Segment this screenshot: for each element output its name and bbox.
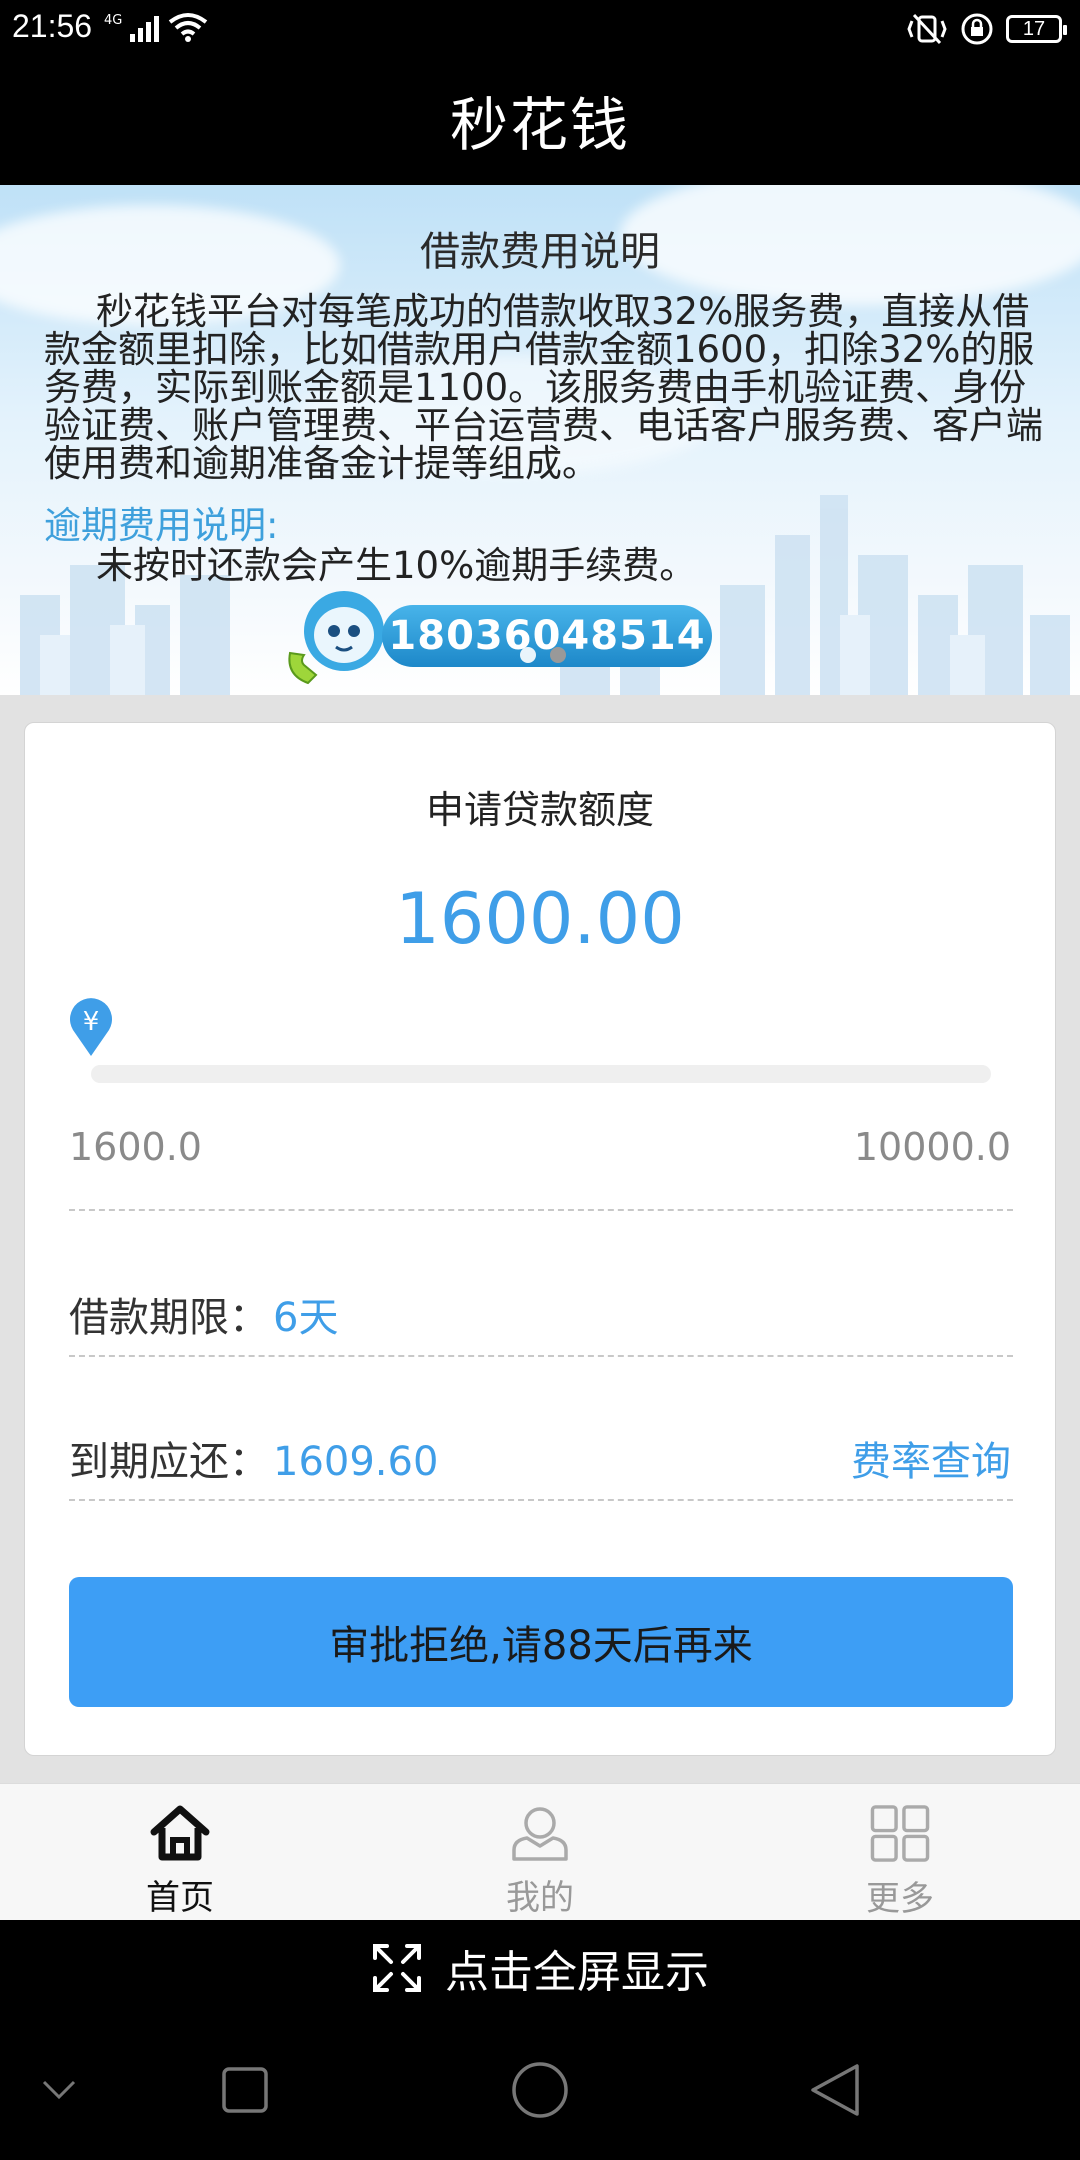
divider [69, 1499, 1013, 1501]
divider [69, 1355, 1013, 1357]
apply-status-button[interactable]: 审批拒绝,请88天后再来 [69, 1577, 1013, 1707]
amount-slider-track[interactable] [91, 1065, 991, 1083]
banner-title: 借款费用说明 [420, 229, 660, 275]
page-title: 秒花钱 [449, 91, 630, 159]
tab-home-label: 首页 [146, 1878, 214, 1918]
carousel-dot[interactable] [520, 647, 536, 663]
tab-more-label: 更多 [866, 1879, 934, 1919]
tab-mine-label: 我的 [506, 1878, 574, 1918]
slider-thumb-symbol: ¥ [83, 1007, 100, 1037]
tab-home[interactable]: 首页 [0, 1784, 360, 1920]
grid-icon [870, 1805, 930, 1862]
fee-banner[interactable]: 借款费用说明 秒花钱平台对每笔成功的借款收取32%服务费，直接从借款金额里扣除，… [0, 185, 1080, 695]
status-bar: 21:56 4G 17 [0, 0, 1080, 55]
due-amount-value: 1609.60 [273, 1439, 439, 1485]
status-right-icons: 17 [906, 12, 1067, 46]
nav-recents-button[interactable] [210, 2055, 280, 2125]
bottom-tab-bar: 首页 我的 更多 [0, 1783, 1080, 1920]
nav-back-button[interactable] [800, 2055, 870, 2125]
chevron-down-icon [42, 2080, 76, 2100]
loan-term-label: 借款期限： [69, 1295, 269, 1341]
banner-overdue-description: 未按时还款会产生10%逾期手续费。 [96, 544, 697, 587]
tab-mine[interactable]: 我的 [360, 1784, 720, 1920]
tab-more[interactable]: 更多 [720, 1784, 1080, 1920]
loan-amount: 1600.00 [395, 878, 685, 960]
slider-min-label: 1600.0 [69, 1125, 202, 1169]
carousel-dots [520, 647, 566, 663]
fullscreen-prompt[interactable]: 点击全屏显示 [0, 1920, 1080, 2015]
mascot-phone-icon [288, 591, 384, 685]
carousel-dot-active[interactable] [550, 647, 566, 663]
back-triangle-icon [811, 2064, 859, 2116]
banner-fee-description: 秒花钱平台对每笔成功的借款收取32%服务费，直接从借款金额里扣除，比如借款用户借… [44, 290, 1043, 485]
wifi-icon [169, 13, 208, 42]
app-header: 秒花钱 [0, 55, 1080, 185]
loan-term-value: 6天 [273, 1295, 339, 1341]
due-amount-label: 到期应还： [69, 1439, 269, 1485]
slider-max-label: 10000.0 [853, 1125, 1011, 1169]
rate-query-link[interactable]: 费率查询 [851, 1429, 1011, 1487]
due-amount-row: 到期应还： 1609.60 [69, 1429, 438, 1487]
loan-card: 申请贷款额度 1600.00 ¥ 1600.0 10000.0 借款期限： 6天… [24, 722, 1056, 1756]
nav-home-button[interactable] [505, 2055, 575, 2125]
network-type: 4G [104, 13, 123, 28]
nav-collapse-button[interactable] [24, 2055, 94, 2125]
user-icon [512, 1807, 568, 1861]
loan-term-row: 借款期限： 6天 [69, 1285, 338, 1343]
divider [69, 1209, 1013, 1211]
system-nav-bar [0, 2015, 1080, 2160]
status-time: 21:56 [12, 8, 93, 44]
vibrate-icon [907, 13, 947, 45]
rotation-lock-icon [961, 13, 993, 45]
loan-card-title: 申请贷款额度 [425, 788, 654, 832]
home-icon [150, 1805, 210, 1861]
slider-thumb-yuan-icon[interactable]: ¥ [67, 998, 115, 1058]
fullscreen-label: 点击全屏显示 [445, 1946, 709, 1998]
expand-icon [373, 1943, 421, 1992]
status-left-icons: 4G [104, 12, 208, 42]
battery-indicator: 17 [1006, 15, 1067, 43]
signal-icon [130, 16, 160, 42]
circle-icon [512, 2062, 568, 2118]
square-icon [222, 2067, 268, 2113]
